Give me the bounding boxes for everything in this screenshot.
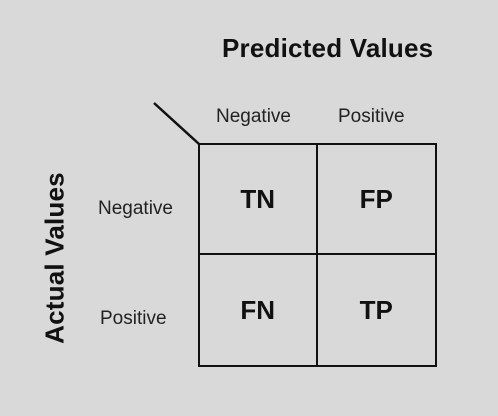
column-label-negative: Negative <box>216 106 291 127</box>
matrix-grid: TN FP FN TP <box>198 143 437 367</box>
cell-true-positive: TP <box>359 294 393 325</box>
predicted-values-title: Predicted Values <box>222 33 434 63</box>
column-label-positive: Positive <box>338 106 405 127</box>
row-label-negative: Negative <box>98 198 173 219</box>
confusion-matrix-diagram: Predicted Values Actual Values Negative … <box>0 0 498 416</box>
cell-false-negative: FN <box>200 255 318 365</box>
cell-false-positive: FP <box>317 145 435 255</box>
actual-values-title: Actual Values <box>39 172 70 344</box>
cell-true-negative: TN <box>200 145 318 255</box>
row-label-positive: Positive <box>100 308 167 329</box>
